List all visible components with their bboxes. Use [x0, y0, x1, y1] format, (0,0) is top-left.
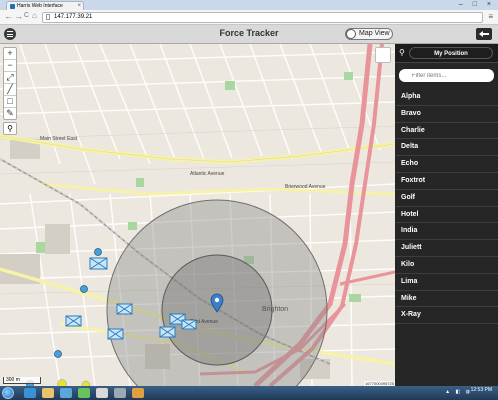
- unit-list: Alpha Bravo Charlie Delta Echo Foxtrot Golf Hot…: [395, 89, 498, 325]
- address-bar[interactable]: 147.177.39.21: [42, 12, 483, 23]
- map-view-toggle[interactable]: Map View: [345, 28, 393, 40]
- unit-item-mike[interactable]: Mike: [395, 291, 498, 308]
- favicon-icon: [10, 4, 15, 9]
- filter-input[interactable]: [399, 69, 494, 82]
- location-pin-icon[interactable]: ⚲: [3, 122, 17, 135]
- my-position-pin[interactable]: [210, 293, 224, 313]
- scale-bar: 300 m: [3, 377, 41, 384]
- browser-menu-icon[interactable]: ≡: [488, 12, 493, 21]
- page-icon: [46, 14, 50, 20]
- ie-icon[interactable]: [24, 388, 36, 398]
- unit-item-juliett[interactable]: Juliett: [395, 240, 498, 257]
- app-icon[interactable]: [96, 388, 108, 398]
- system-tray[interactable]: ▲ ◧ ◍: [445, 389, 472, 395]
- unit-item-alpha[interactable]: Alpha: [395, 89, 498, 106]
- url-text: 147.177.39.21: [54, 14, 93, 20]
- location-pin-icon: ⚲: [399, 48, 405, 57]
- unit-item-foxtrot[interactable]: Foxtrot: [395, 173, 498, 190]
- map-view-label: Map View: [359, 30, 390, 37]
- my-position-button[interactable]: My Position: [409, 47, 493, 59]
- unit-item-bravo[interactable]: Bravo: [395, 106, 498, 123]
- unit-item-delta[interactable]: Delta: [395, 139, 498, 157]
- windows-taskbar: ▲ ◧ ◍ 12:53 PM: [0, 386, 498, 400]
- tab-title: Harris Web Interface: [17, 3, 63, 9]
- browser-tab[interactable]: Harris Web Interface ×: [6, 1, 84, 10]
- unit-markers-layer: [26, 248, 224, 386]
- unit-dot[interactable]: [54, 350, 62, 358]
- unit-item-lima[interactable]: Lima: [395, 274, 498, 291]
- unit-item-charlie[interactable]: Charlie: [395, 123, 498, 140]
- back-icon[interactable]: ←: [4, 11, 13, 21]
- toggle-knob: [346, 29, 356, 39]
- unit-item-golf[interactable]: Golf: [395, 190, 498, 207]
- unit-marker[interactable]: [65, 315, 82, 327]
- window-controls[interactable]: – □ ×: [459, 0, 495, 9]
- unit-item-india[interactable]: India: [395, 223, 498, 241]
- fullscreen-icon[interactable]: ⤢: [4, 72, 16, 84]
- close-tab-icon[interactable]: ×: [77, 2, 81, 10]
- app-icon[interactable]: [78, 388, 90, 398]
- collapse-sidebar-button[interactable]: [476, 28, 492, 40]
- app-title: Force Tracker: [219, 28, 279, 38]
- home-icon[interactable]: ⌂: [32, 11, 37, 20]
- unit-marker[interactable]: [116, 303, 133, 315]
- unit-item-hotel[interactable]: Hotel: [395, 207, 498, 224]
- unit-dot[interactable]: [94, 248, 102, 256]
- reload-icon[interactable]: C: [24, 12, 29, 19]
- unit-marker[interactable]: [181, 319, 197, 330]
- start-button[interactable]: [2, 387, 14, 399]
- draw-line-icon[interactable]: ╱: [4, 84, 16, 96]
- clock[interactable]: 12:53 PM: [471, 388, 492, 393]
- app-header: Force Tracker Map View: [0, 25, 498, 44]
- folder-icon[interactable]: [42, 388, 54, 398]
- edit-icon[interactable]: ✎: [4, 108, 16, 119]
- arrow-left-icon: [479, 31, 489, 37]
- zoom-in-button[interactable]: +: [4, 48, 16, 60]
- forward-icon[interactable]: →: [14, 11, 23, 21]
- unit-marker[interactable]: [89, 257, 108, 270]
- unit-sidebar: ⚲ My Position 🔍 AlphaBravoCharlieDeltaEc…: [395, 44, 498, 386]
- unit-item-kilo[interactable]: Kilo: [395, 257, 498, 274]
- unit-marker[interactable]: [107, 328, 124, 340]
- chrome-icon[interactable]: [132, 388, 144, 398]
- zoom-out-button[interactable]: −: [4, 60, 16, 72]
- draw-shape-icon[interactable]: □: [4, 96, 16, 108]
- my-position-row: ⚲ My Position: [395, 44, 498, 63]
- unit-item-echo[interactable]: Echo: [395, 156, 498, 173]
- app-icon[interactable]: [114, 388, 126, 398]
- unit-marker[interactable]: [159, 326, 176, 338]
- media-icon[interactable]: [60, 388, 72, 398]
- unit-dot[interactable]: [80, 285, 88, 293]
- browser-toolbar: ← → C ⌂ 147.177.39.21 ≡: [0, 10, 498, 25]
- layers-icon[interactable]: [375, 47, 391, 63]
- browser-tab-bar: Harris Web Interface × – □ ×: [0, 0, 498, 10]
- map-canvas[interactable]: Main Street East Atlantic Avenue Brierwo…: [0, 44, 395, 386]
- unit-item-x-ray[interactable]: X-Ray: [395, 307, 498, 325]
- zoom-controls: + − ⤢ ╱ □ ✎: [3, 47, 17, 120]
